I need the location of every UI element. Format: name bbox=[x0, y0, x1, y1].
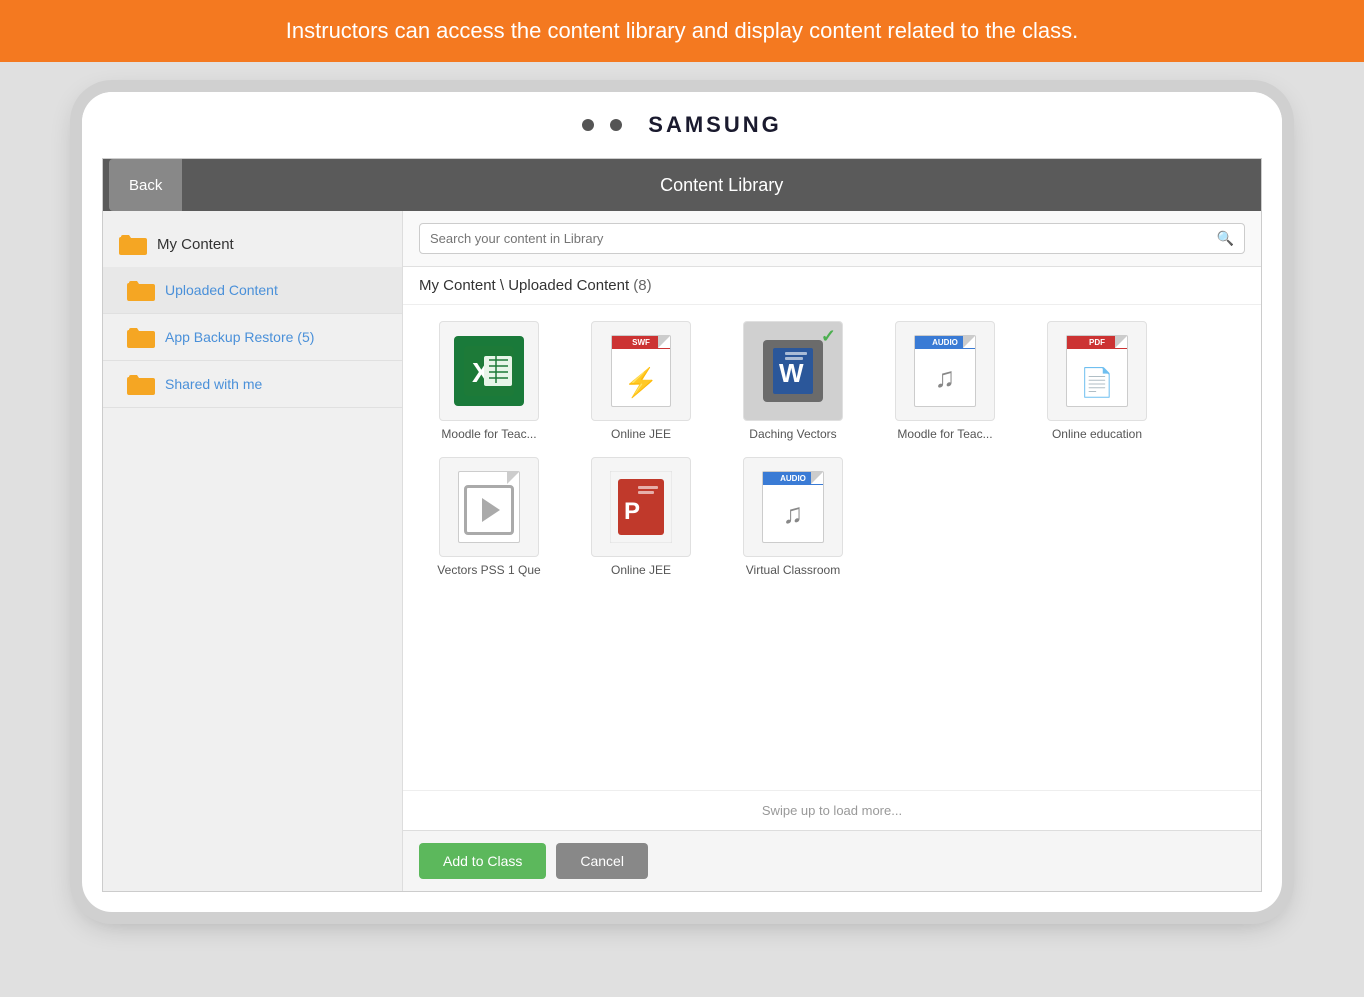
play-triangle bbox=[482, 498, 500, 522]
search-bar-container: 🔍 bbox=[403, 211, 1261, 267]
content-label: Daching Vectors bbox=[749, 427, 836, 441]
breadcrumb-path: My Content \ Uploaded Content bbox=[419, 277, 629, 294]
file-page-audio2: AUDIO ♫ bbox=[762, 471, 824, 543]
search-bar: 🔍 bbox=[419, 223, 1245, 254]
camera-dot-2 bbox=[610, 119, 622, 131]
content-thumb-word: W ✓ bbox=[743, 321, 843, 421]
cancel-button[interactable]: Cancel bbox=[556, 843, 648, 879]
music-note-1: ♫ bbox=[935, 362, 956, 394]
breadcrumb-bar: My Content \ Uploaded Content (8) bbox=[403, 267, 1261, 305]
grid-row-1: ✕ X bbox=[419, 321, 1245, 441]
list-item[interactable]: ✕ X bbox=[419, 321, 559, 441]
file-corner bbox=[1115, 336, 1127, 348]
content-thumb-swf: SWF ⚡ bbox=[591, 321, 691, 421]
my-content-label: My Content bbox=[157, 236, 234, 253]
top-banner: Instructors can access the content libra… bbox=[0, 0, 1364, 62]
content-thumb-audio2: AUDIO ♫ bbox=[743, 457, 843, 557]
app-body: My Content Uploaded Content bbox=[103, 211, 1261, 891]
list-item[interactable]: SWF ⚡ Online JEE bbox=[571, 321, 711, 441]
svg-text:P: P bbox=[624, 498, 640, 525]
app-screen: Back Content Library My Content bbox=[102, 158, 1262, 892]
ppt-icon-svg: P bbox=[610, 471, 672, 543]
swipe-hint-text: Swipe up to load more... bbox=[762, 803, 902, 818]
device-area: SAMSUNG Back Content Library bbox=[0, 62, 1364, 997]
folder-icon-uploaded bbox=[127, 279, 155, 301]
word-icon-svg: W bbox=[763, 340, 823, 402]
music-note-2: ♫ bbox=[783, 498, 804, 530]
content-grid: ✕ X bbox=[403, 305, 1261, 790]
app-header: Back Content Library bbox=[103, 159, 1261, 211]
file-page-audio1: AUDIO ♫ bbox=[914, 335, 976, 407]
content-label: Moodle for Teac... bbox=[897, 427, 992, 441]
content-label: Online JEE bbox=[611, 427, 671, 441]
pdf-symbol: 📄 bbox=[1080, 366, 1115, 399]
my-content-header: My Content bbox=[103, 221, 402, 267]
list-item[interactable]: AUDIO ♫ Virtual Classroom bbox=[723, 457, 863, 577]
tablet-device: SAMSUNG Back Content Library bbox=[82, 92, 1282, 912]
brand-logo: SAMSUNG bbox=[648, 112, 781, 138]
swipe-hint: Swipe up to load more... bbox=[403, 790, 1261, 830]
file-corner bbox=[658, 336, 670, 348]
list-item[interactable]: P Online JEE bbox=[571, 457, 711, 577]
content-label: Online JEE bbox=[611, 563, 671, 577]
sidebar-item-shared[interactable]: Shared with me bbox=[103, 361, 402, 408]
search-input[interactable] bbox=[430, 231, 1217, 246]
sidebar-item-label-shared: Shared with me bbox=[165, 376, 262, 392]
file-corner bbox=[811, 472, 823, 484]
banner-text: Instructors can access the content libra… bbox=[286, 18, 1078, 43]
content-thumb-video bbox=[439, 457, 539, 557]
list-item[interactable]: W ✓ Daching Vectors bbox=[723, 321, 863, 441]
camera-dot-1 bbox=[582, 119, 594, 131]
flash-symbol: ⚡ bbox=[624, 366, 659, 399]
file-corner bbox=[963, 336, 975, 348]
sidebar-item-label-uploaded: Uploaded Content bbox=[165, 282, 278, 298]
app-title: Content Library bbox=[182, 175, 1261, 196]
grid-row-2: Vectors PSS 1 Que P bbox=[419, 457, 1245, 577]
sidebar-item-label-backup: App Backup Restore (5) bbox=[165, 329, 314, 345]
tablet-top-bar: SAMSUNG bbox=[82, 92, 1282, 158]
folder-icon-my-content bbox=[119, 233, 147, 255]
main-content: 🔍 My Content \ Uploaded Content (8) bbox=[403, 211, 1261, 891]
file-page-pdf: PDF 📄 bbox=[1066, 335, 1128, 407]
folder-icon-shared bbox=[127, 373, 155, 395]
content-label: Moodle for Teac... bbox=[441, 427, 536, 441]
play-button-icon bbox=[464, 485, 514, 535]
back-button[interactable]: Back bbox=[109, 159, 182, 211]
file-page-video bbox=[458, 471, 520, 543]
video-icon bbox=[458, 471, 520, 543]
selected-checkmark: ✓ bbox=[821, 326, 836, 347]
content-label: Vectors PSS 1 Que bbox=[437, 563, 540, 577]
folder-icon-backup bbox=[127, 326, 155, 348]
content-thumb-excel: ✕ X bbox=[439, 321, 539, 421]
bottom-bar: Add to Class Cancel bbox=[403, 830, 1261, 891]
search-icon-button[interactable]: 🔍 bbox=[1217, 230, 1234, 247]
content-thumb-pdf: PDF 📄 bbox=[1047, 321, 1147, 421]
content-thumb-audio1: AUDIO ♫ bbox=[895, 321, 995, 421]
content-label: Online education bbox=[1052, 427, 1142, 441]
file-corner bbox=[507, 472, 519, 484]
sidebar: My Content Uploaded Content bbox=[103, 211, 403, 891]
excel-icon: ✕ X bbox=[454, 336, 524, 406]
breadcrumb-count: (8) bbox=[633, 277, 651, 294]
svg-text:W: W bbox=[779, 358, 804, 388]
content-label: Virtual Classroom bbox=[746, 563, 840, 577]
sidebar-item-uploaded-content[interactable]: Uploaded Content bbox=[103, 267, 402, 314]
sidebar-item-app-backup[interactable]: App Backup Restore (5) bbox=[103, 314, 402, 361]
list-item[interactable]: Vectors PSS 1 Que bbox=[419, 457, 559, 577]
file-page-swf: SWF ⚡ bbox=[611, 335, 671, 407]
content-thumb-ppt: P bbox=[591, 457, 691, 557]
add-to-class-button[interactable]: Add to Class bbox=[419, 843, 546, 879]
list-item[interactable]: AUDIO ♫ Moodle for Teac... bbox=[875, 321, 1015, 441]
list-item[interactable]: PDF 📄 Online education bbox=[1027, 321, 1167, 441]
